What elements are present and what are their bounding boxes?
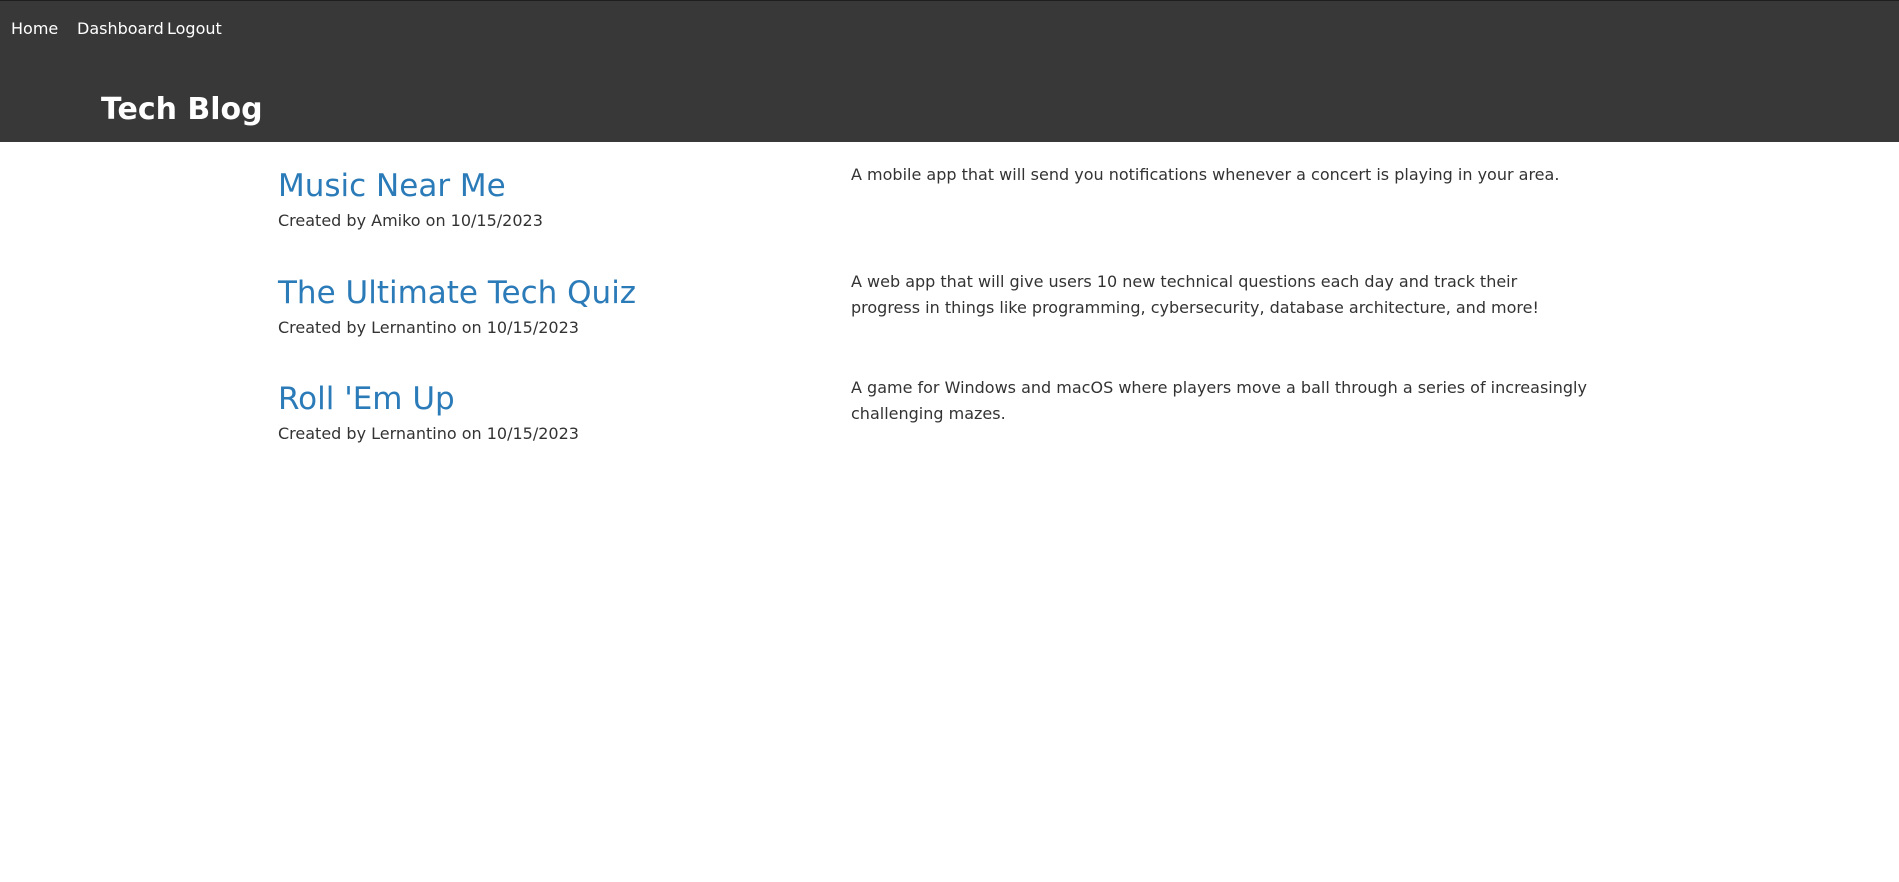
site-title: Tech Blog	[101, 92, 263, 127]
post-meta: Created by Amiko on 10/15/2023	[278, 211, 543, 230]
post-meta: Created by Lernantino on 10/15/2023	[278, 424, 579, 443]
nav-logout-link[interactable]: Logout	[167, 17, 222, 41]
post-description: A game for Windows and macOS where playe…	[851, 378, 1587, 423]
post-description: A mobile app that will send you notifica…	[851, 165, 1560, 184]
site-header: Home Dashboard Logout Tech Blog	[0, 0, 1899, 142]
post-title-link[interactable]: Roll 'Em Up	[278, 379, 455, 419]
post-title-link[interactable]: The Ultimate Tech Quiz	[278, 273, 636, 313]
post-title-link[interactable]: Music Near Me	[278, 166, 506, 206]
nav-home-link[interactable]: Home	[11, 17, 58, 41]
nav-dashboard-link[interactable]: Dashboard	[77, 17, 164, 41]
post-meta: Created by Lernantino on 10/15/2023	[278, 318, 579, 337]
post-description: A web app that will give users 10 new te…	[851, 272, 1539, 317]
